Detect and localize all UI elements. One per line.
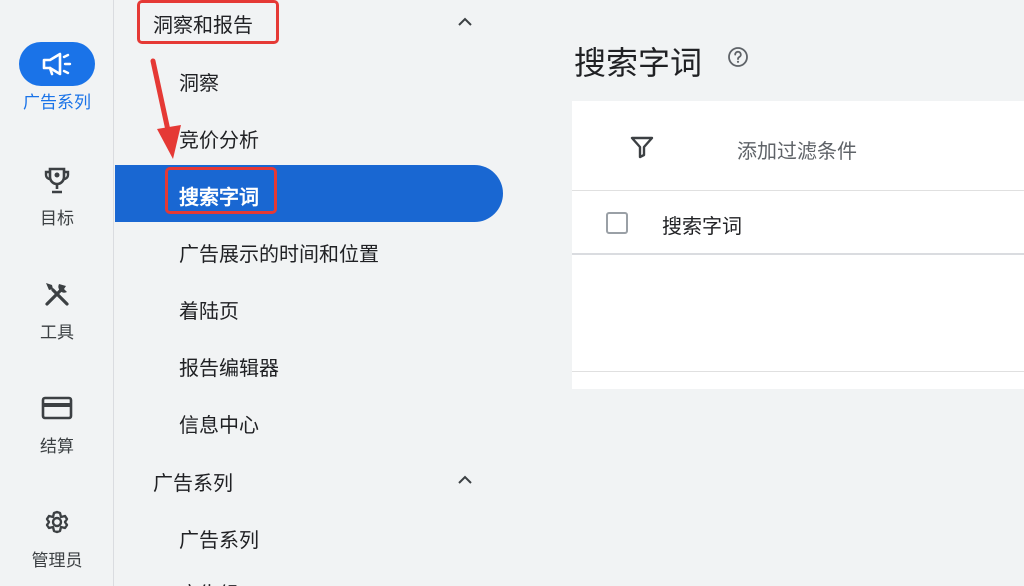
nav-item-ad-groups[interactable]: 广告组 [179,578,239,586]
filter-bar: 添加过滤条件 [572,101,1024,191]
annotation-box-section [137,0,279,44]
gear-icon [19,500,95,544]
rail-item-billing[interactable]: 结算 [0,386,114,457]
tools-icon [19,272,95,316]
nav-item-campaigns[interactable]: 广告系列 [179,524,259,553]
rail-label: 目标 [40,209,74,229]
rail-item-goals[interactable]: 目标 [0,158,114,229]
help-icon[interactable] [727,46,749,68]
chevron-up-icon[interactable] [453,10,477,34]
rail-item-campaigns[interactable]: 广告系列 [0,42,114,113]
megaphone-icon [19,42,95,86]
search-terms-table: 添加过滤条件 搜索字词 [572,101,1024,389]
rail-label: 广告系列 [23,93,91,113]
rail-label: 管理员 [31,551,83,571]
rail-label: 工具 [40,323,74,343]
nav-item-landing-pages[interactable]: 着陆页 [179,295,239,324]
column-header-search-term[interactable]: 搜索字词 [662,210,742,239]
nav-item-report-editor[interactable]: 报告编辑器 [179,352,279,381]
nav-tree: 洞察和报告 洞察 竞价分析 搜索字词 广告展示的时间和位置 着陆页 报告编辑器 … [115,0,515,586]
credit-card-icon [19,386,95,430]
nav-section-label: 广告系列 [153,471,233,495]
table-header-row: 搜索字词 [572,191,1024,255]
nav-item-dashboards[interactable]: 信息中心 [179,409,259,438]
table-divider [572,371,1024,372]
chevron-up-icon[interactable] [453,468,477,492]
nav-section-campaigns[interactable]: 广告系列 [153,467,233,496]
add-filter-button[interactable]: 添加过滤条件 [737,135,857,164]
left-rail: 广告系列 目标 工具 结算 管理员 [0,0,114,586]
annotation-box-item [165,167,277,214]
rail-label: 结算 [40,437,74,457]
page-title: 搜索字词 [574,44,703,82]
select-all-checkbox[interactable] [606,212,628,234]
trophy-icon [19,158,95,202]
nav-item-when-where-ads-showed[interactable]: 广告展示的时间和位置 [179,238,379,267]
rail-item-tools[interactable]: 工具 [0,272,114,343]
filter-icon[interactable] [629,134,655,160]
rail-item-admin[interactable]: 管理员 [0,500,114,571]
annotation-arrow-icon [150,58,181,159]
